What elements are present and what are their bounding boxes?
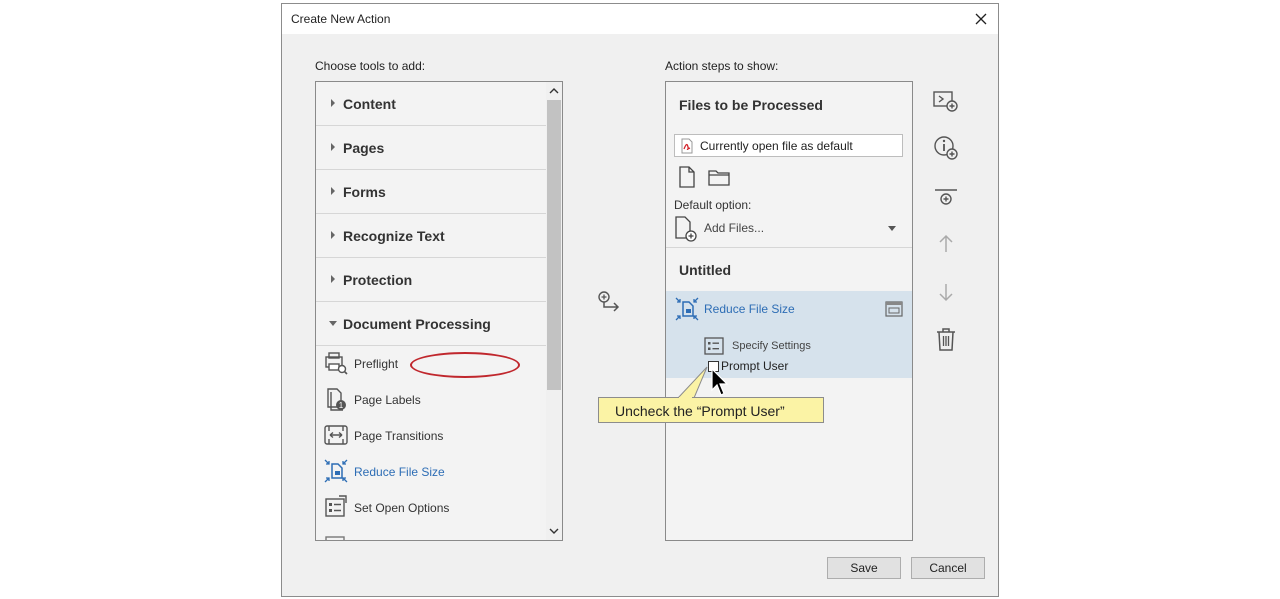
action-steps-label: Action steps to show: xyxy=(665,59,779,73)
files-to-be-processed-heading: Files to be Processed xyxy=(679,97,823,113)
step-title: Reduce File Size xyxy=(704,302,795,316)
step-reduce-file-size[interactable]: Reduce File Size Specify Settings Prompt… xyxy=(666,291,912,378)
tool-page-transitions[interactable]: Page Transitions xyxy=(316,418,546,454)
category-content[interactable]: Content xyxy=(316,82,546,126)
expand-triangle-icon xyxy=(331,231,335,239)
folder-icon[interactable] xyxy=(708,166,730,188)
tool-label: Reduce File Size xyxy=(354,465,445,479)
divider xyxy=(666,247,912,248)
page-transitions-icon xyxy=(324,425,348,445)
callout-tail-cover xyxy=(679,397,692,399)
set-open-options-icon xyxy=(325,495,347,517)
category-label: Content xyxy=(343,96,396,112)
choose-tools-label: Choose tools to add: xyxy=(315,59,426,73)
expand-triangle-icon xyxy=(331,143,335,151)
mouse-cursor-icon xyxy=(711,368,729,396)
collapse-triangle-icon xyxy=(329,321,337,326)
category-label: Document Processing xyxy=(343,316,491,332)
callout-text: Uncheck the “Prompt User” xyxy=(615,403,785,419)
move-down-arrow-icon[interactable] xyxy=(932,278,960,306)
scroll-down-arrow-icon[interactable] xyxy=(549,526,559,536)
expand-triangle-icon xyxy=(331,99,335,107)
highlight-ellipse xyxy=(410,352,520,378)
category-document-processing[interactable]: Document Processing xyxy=(316,302,546,346)
new-file-icon[interactable] xyxy=(676,166,698,188)
preflight-icon xyxy=(325,352,348,375)
add-to-steps-icon[interactable] xyxy=(597,290,621,314)
untitled-heading: Untitled xyxy=(679,262,732,278)
tool-page-labels[interactable]: 1 Page Labels xyxy=(316,382,546,418)
dialog-title: Create New Action xyxy=(291,12,391,26)
current-file-field[interactable]: Currently open file as default xyxy=(674,134,903,157)
settings-list-icon xyxy=(704,337,724,355)
tools-scrollbar[interactable] xyxy=(546,82,562,540)
tool-label: Preflight xyxy=(354,357,399,371)
category-pages[interactable]: Pages xyxy=(316,126,546,170)
move-up-arrow-icon[interactable] xyxy=(932,230,960,258)
add-panel-separator-icon[interactable] xyxy=(932,184,960,212)
tool-partial-next xyxy=(316,526,546,540)
expand-triangle-icon xyxy=(331,275,335,283)
category-label: Protection xyxy=(343,272,413,288)
category-recognize-text[interactable]: Recognize Text xyxy=(316,214,546,258)
page-labels-icon: 1 xyxy=(327,388,346,411)
save-button[interactable]: Save xyxy=(827,557,901,579)
tool-reduce-file-size[interactable]: Reduce File Size xyxy=(316,454,546,490)
reduce-file-size-icon xyxy=(324,459,348,483)
close-button[interactable] xyxy=(970,8,992,30)
create-new-action-dialog: Create New Action Choose tools to add: A… xyxy=(281,3,999,597)
category-protection[interactable]: Protection xyxy=(316,258,546,302)
tool-icon xyxy=(325,536,345,540)
chevron-down-icon xyxy=(888,226,896,231)
pdf-file-icon xyxy=(681,138,693,154)
svg-text:1: 1 xyxy=(339,401,344,410)
tools-list: Content Pages Forms Recognize Text Prote… xyxy=(315,81,563,541)
reduce-file-size-icon xyxy=(675,297,699,321)
default-option-label: Default option: xyxy=(674,198,752,212)
tool-label: Page Labels xyxy=(354,393,421,407)
trash-icon[interactable] xyxy=(932,325,960,353)
scroll-up-arrow-icon[interactable] xyxy=(549,86,559,96)
tool-set-open-options[interactable]: Set Open Options xyxy=(316,490,546,526)
action-steps-list: Files to be Processed Currently open fil… xyxy=(665,81,913,541)
category-forms[interactable]: Forms xyxy=(316,170,546,214)
cancel-button[interactable]: Cancel xyxy=(911,557,985,579)
current-file-text: Currently open file as default xyxy=(700,139,853,153)
tool-label: Set Open Options xyxy=(354,501,450,515)
category-label: Recognize Text xyxy=(343,228,445,244)
specify-settings-label[interactable]: Specify Settings xyxy=(732,340,811,352)
close-icon xyxy=(975,13,987,25)
title-bar: Create New Action xyxy=(282,4,998,34)
tool-label: Page Transitions xyxy=(354,429,444,443)
add-file-icon xyxy=(675,216,697,242)
category-label: Forms xyxy=(343,184,386,200)
expand-triangle-icon xyxy=(331,187,335,195)
instruction-callout: Uncheck the “Prompt User” xyxy=(598,397,824,423)
prompt-user-label[interactable]: Prompt User xyxy=(721,359,788,373)
step-options-icon[interactable] xyxy=(885,301,903,317)
category-label: Pages xyxy=(343,140,385,156)
add-files-text: Add Files... xyxy=(704,221,765,235)
add-instruction-icon[interactable] xyxy=(932,134,960,162)
add-files-dropdown[interactable]: Add Files... xyxy=(674,216,904,242)
insert-step-icon[interactable] xyxy=(932,87,960,115)
scrollbar-thumb[interactable] xyxy=(547,100,561,390)
